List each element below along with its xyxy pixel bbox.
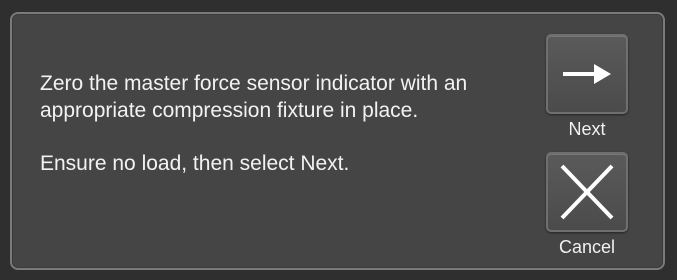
next-button[interactable] [546, 34, 628, 114]
arrow-right-icon [563, 64, 611, 84]
close-icon [560, 164, 614, 220]
instruction-dialog: Zero the master force sensor indicator w… [10, 12, 665, 270]
instruction-message: Zero the master force sensor indicator w… [40, 70, 510, 177]
cancel-action[interactable]: Cancel [546, 152, 628, 258]
instruction-subtext: Ensure no load, then select Next. [40, 152, 350, 175]
instruction-text: Zero the master force sensor indicator w… [40, 72, 468, 122]
next-action[interactable]: Next [546, 34, 628, 140]
screen-background: Zero the master force sensor indicator w… [0, 0, 677, 280]
cancel-button[interactable] [546, 152, 628, 232]
next-label[interactable]: Next [546, 118, 628, 140]
cancel-label[interactable]: Cancel [546, 236, 628, 258]
